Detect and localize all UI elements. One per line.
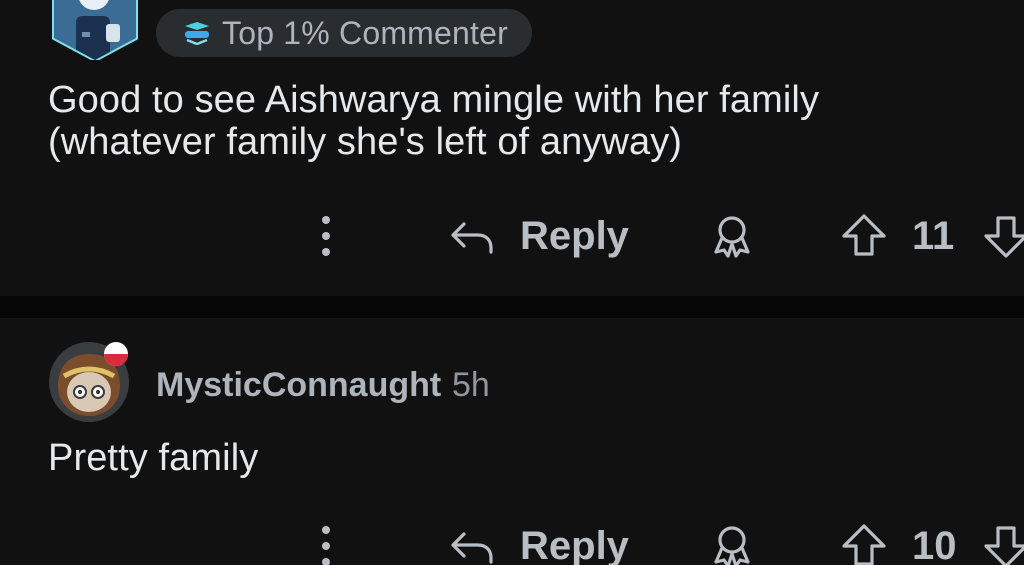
comment-body-line: Pretty family xyxy=(48,437,259,479)
top-commenter-icon xyxy=(185,22,209,45)
flair-text: Top 1% Commenter xyxy=(222,14,508,51)
more-options-button[interactable] xyxy=(314,522,338,565)
comment-actions: Reply 10 xyxy=(0,516,1024,565)
comment: MysticConnaught 5h Pretty family Reply 1… xyxy=(0,318,1024,565)
avatar[interactable] xyxy=(44,340,134,424)
comment-thread: Top 1% Commenter Good to see Aishwarya m… xyxy=(0,0,1024,565)
reply-button[interactable]: Reply xyxy=(448,520,629,565)
user-flair-badge: Top 1% Commenter xyxy=(156,9,532,57)
reply-arrow-icon xyxy=(451,532,493,564)
award-icon xyxy=(714,526,750,565)
comment-actions: Reply 11 xyxy=(0,206,1024,266)
comment-body-line: (whatever family she's left of anyway) xyxy=(48,121,683,163)
upvote-arrow-icon xyxy=(842,214,886,256)
more-options-button[interactable] xyxy=(314,212,338,260)
comment-divider xyxy=(0,296,1024,318)
username[interactable]: MysticConnaught xyxy=(156,366,441,405)
award-button[interactable] xyxy=(708,212,756,260)
award-icon xyxy=(714,216,750,258)
reply-button[interactable]: Reply xyxy=(448,210,629,262)
award-button[interactable] xyxy=(708,522,756,565)
downvote-button[interactable] xyxy=(982,522,1024,565)
reply-label: Reply xyxy=(520,213,629,258)
vote-score: 10 xyxy=(912,524,957,565)
timestamp: 5h xyxy=(452,366,490,404)
vote-score: 11 xyxy=(912,214,955,258)
downvote-button[interactable] xyxy=(982,212,1024,260)
reply-arrow-icon xyxy=(451,222,493,254)
comment: Top 1% Commenter Good to see Aishwarya m… xyxy=(0,0,1024,296)
upvote-arrow-icon xyxy=(842,524,886,565)
reply-label: Reply xyxy=(520,523,629,565)
avatar[interactable] xyxy=(50,0,140,60)
upvote-button[interactable] xyxy=(840,212,888,260)
downvote-arrow-icon xyxy=(984,526,1024,565)
upvote-button[interactable] xyxy=(840,522,888,565)
downvote-arrow-icon xyxy=(984,216,1024,258)
